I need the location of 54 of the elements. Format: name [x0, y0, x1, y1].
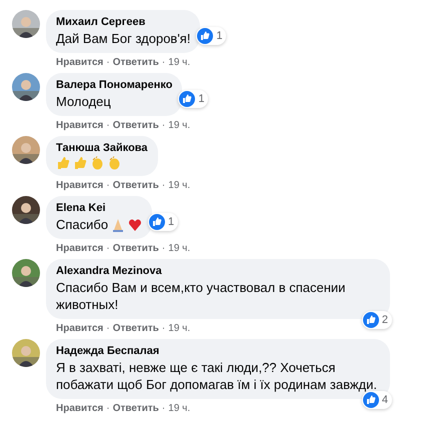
- like-count-badge[interactable]: 4: [362, 391, 392, 409]
- author-name[interactable]: Валера Пономаренко: [56, 78, 172, 92]
- like-icon: [362, 392, 379, 408]
- separator-dot: ·: [106, 180, 110, 192]
- like-icon: [148, 214, 165, 230]
- separator-dot: ·: [106, 323, 110, 335]
- author-name[interactable]: Танюша Зайкова: [56, 141, 148, 155]
- separator-dot: ·: [162, 323, 166, 335]
- like-link[interactable]: Нравится: [56, 57, 104, 69]
- timestamp: 19 ч.: [168, 243, 190, 255]
- separator-dot: ·: [162, 403, 166, 415]
- separator-dot: ·: [106, 403, 110, 415]
- like-icon: [197, 28, 214, 44]
- timestamp: 19 ч.: [168, 403, 190, 415]
- timestamp: 19 ч.: [168, 180, 190, 192]
- separator-dot: ·: [162, 57, 166, 69]
- reply-link[interactable]: Ответить: [112, 403, 159, 415]
- like-link[interactable]: Нравится: [56, 180, 104, 192]
- separator-dot: ·: [162, 180, 166, 192]
- reply-link[interactable]: Ответить: [112, 180, 159, 192]
- comment-text: Спасибо: [56, 216, 108, 233]
- author-name[interactable]: Надежда Беспалая: [56, 344, 380, 358]
- like-icon: [179, 91, 196, 107]
- comment-text: Спасибо Вам и всем,кто участвовал в спасении животных!: [56, 279, 346, 313]
- heart-icon: [128, 218, 142, 232]
- thumbs-up-icon: [56, 156, 70, 170]
- author-name[interactable]: Михаил Сергеев: [56, 15, 190, 29]
- like-link[interactable]: Нравится: [56, 243, 104, 255]
- separator-dot: ·: [106, 243, 110, 255]
- like-count-badge[interactable]: 1: [196, 27, 226, 45]
- reply-link[interactable]: Ответить: [112, 243, 159, 255]
- like-link[interactable]: Нравится: [56, 323, 104, 335]
- like-count-badge[interactable]: 2: [362, 311, 392, 329]
- comment-text: Молодец: [56, 93, 111, 110]
- separator-dot: ·: [162, 243, 166, 255]
- separator-dot: ·: [106, 57, 110, 69]
- separator-dot: ·: [162, 120, 166, 132]
- comment-text: Дай Вам Бог здоров'я!: [56, 30, 190, 47]
- timestamp: 19 ч.: [168, 120, 190, 132]
- reply-link[interactable]: Ответить: [112, 57, 159, 69]
- like-count-badge[interactable]: 1: [148, 213, 178, 231]
- author-name[interactable]: Elena Kei: [56, 201, 142, 215]
- separator-dot: ·: [106, 120, 110, 132]
- author-name[interactable]: Alexandra Mezinova: [56, 264, 380, 278]
- reply-link[interactable]: Ответить: [112, 323, 159, 335]
- like-count-badge[interactable]: 1: [178, 90, 208, 108]
- like-icon: [362, 312, 379, 328]
- like-link[interactable]: Нравится: [56, 120, 104, 132]
- like-link[interactable]: Нравится: [56, 403, 104, 415]
- timestamp: 19 ч.: [168, 57, 190, 69]
- thumbs-up-icon: [73, 156, 87, 170]
- reply-link[interactable]: Ответить: [112, 120, 159, 132]
- comment-text: Я в захваті, невже ще є такі люди,?? Хочеться побажати щоб Бог допомагав їм і їх родинам завжди.: [56, 359, 378, 393]
- timestamp: 19 ч.: [168, 323, 190, 335]
